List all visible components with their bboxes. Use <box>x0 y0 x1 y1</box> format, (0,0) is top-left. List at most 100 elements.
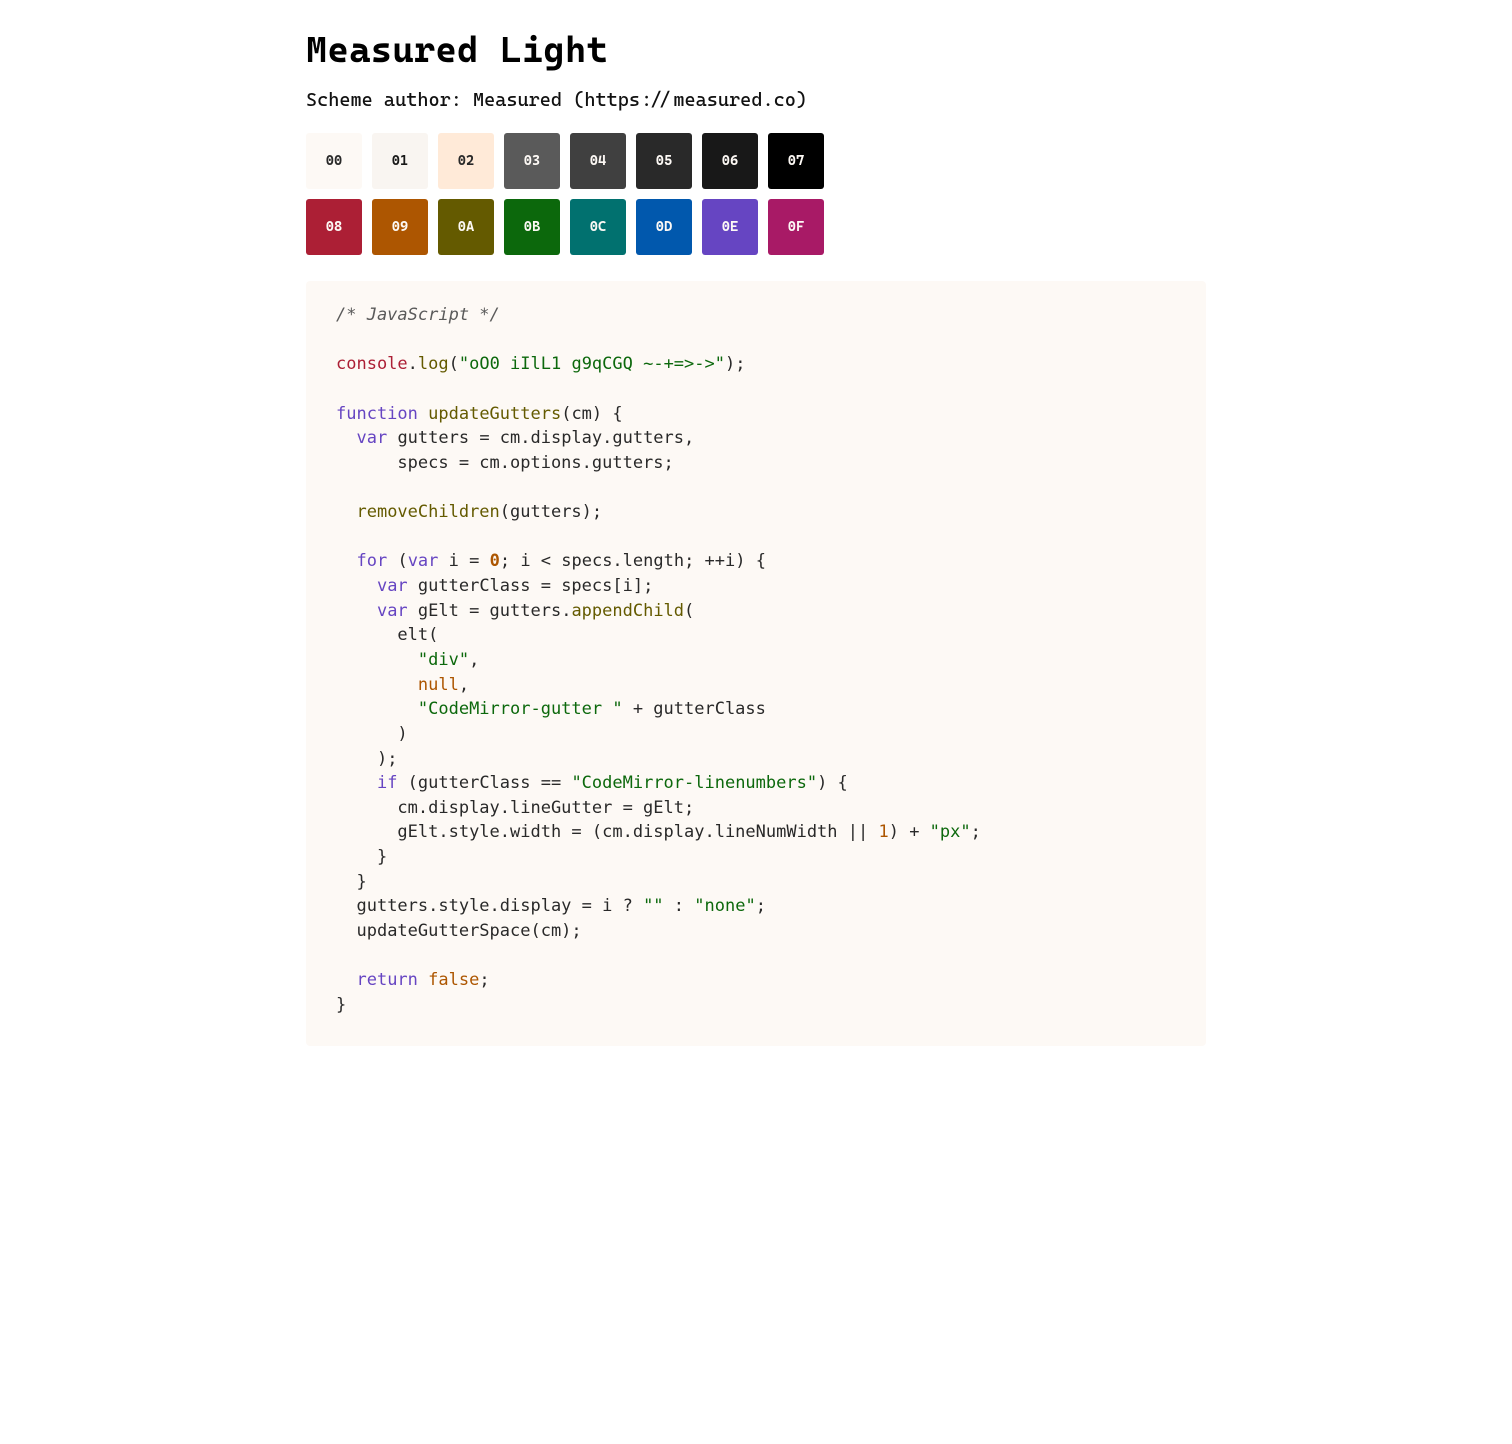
tok-false: false <box>428 970 479 990</box>
tok-paren: ( <box>449 354 459 374</box>
tok-rest: ); <box>377 749 397 769</box>
indent <box>336 896 356 916</box>
indent <box>336 749 377 769</box>
tok-appendChild: appendChild <box>571 601 684 621</box>
tok-updateGutters: updateGutters <box>428 404 561 424</box>
indent <box>336 798 397 818</box>
swatch-base00: 00 <box>306 133 362 189</box>
tok-zero: 0 <box>490 551 500 571</box>
indent <box>336 724 397 744</box>
tok-if: if <box>377 773 397 793</box>
tok-log: log <box>418 354 449 374</box>
tok-var: var <box>408 551 439 571</box>
tok-rest: (cm) { <box>561 404 622 424</box>
indent <box>336 453 397 473</box>
tok-rest: ( <box>684 601 694 621</box>
tok-string: "CodeMirror-gutter " <box>418 699 623 719</box>
tok-console: console <box>336 354 408 374</box>
tok-for: for <box>356 551 387 571</box>
indent <box>336 428 356 448</box>
tok-sp <box>418 404 428 424</box>
indent <box>336 847 377 867</box>
swatch-base0F: 0F <box>768 199 824 255</box>
tok-null: null <box>418 675 459 695</box>
swatch-base0C: 0C <box>570 199 626 255</box>
swatch-base0B: 0B <box>504 199 560 255</box>
tok-rest: (gutterClass == <box>397 773 571 793</box>
tok-rest: gElt = gutters. <box>408 601 572 621</box>
swatch-base02: 02 <box>438 133 494 189</box>
page: Measured Light Scheme author: Measured (… <box>266 0 1246 1123</box>
tok-rest: specs = cm.options.gutters; <box>397 453 673 473</box>
tok-string: "oO0 iIlL1 g9qCGQ ~-+=>->" <box>459 354 725 374</box>
tok-rest: , <box>459 675 469 695</box>
tok-sp <box>418 970 428 990</box>
indent <box>336 921 356 941</box>
indent <box>336 872 356 892</box>
tok-rest: } <box>336 995 346 1015</box>
tok-rest: (gutters); <box>500 502 602 522</box>
swatch-base04: 04 <box>570 133 626 189</box>
indent <box>336 551 356 571</box>
swatch-base01: 01 <box>372 133 428 189</box>
tok-rest: ( <box>387 551 407 571</box>
tok-rest: ; <box>971 822 981 842</box>
tok-rest: ) + <box>889 822 930 842</box>
indent <box>336 773 377 793</box>
swatch-base05: 05 <box>636 133 692 189</box>
swatch-base0D: 0D <box>636 199 692 255</box>
indent <box>336 699 418 719</box>
tok-dot: . <box>408 354 418 374</box>
author-line: Scheme author: Measured (https://measure… <box>306 89 1206 111</box>
tok-rest: ; i < specs.length; ++i) { <box>500 551 766 571</box>
tok-rest: : <box>664 896 695 916</box>
tok-end: ); <box>725 354 745 374</box>
tok-string: "CodeMirror-linenumbers" <box>571 773 817 793</box>
tok-var: var <box>356 428 387 448</box>
tok-rest: ) <box>397 724 407 744</box>
tok-rest: + gutterClass <box>623 699 766 719</box>
indent <box>336 675 418 695</box>
indent <box>336 625 397 645</box>
tok-rest: , <box>469 650 479 670</box>
swatch-base07: 07 <box>768 133 824 189</box>
swatch-base09: 09 <box>372 199 428 255</box>
code-sample: /* JavaScript */ console.log("oO0 iIlL1 … <box>306 281 1206 1046</box>
swatch-base08: 08 <box>306 199 362 255</box>
page-title: Measured Light <box>306 30 1206 71</box>
tok-rest: } <box>377 847 387 867</box>
palette-row-2: 08 09 0A 0B 0C 0D 0E 0F <box>306 199 1206 255</box>
swatch-base0E: 0E <box>702 199 758 255</box>
indent <box>336 822 397 842</box>
tok-rest: gutters.style.display = i ? <box>356 896 643 916</box>
tok-rest: } <box>356 872 366 892</box>
indent <box>336 650 418 670</box>
tok-rest: ; <box>479 970 489 990</box>
tok-string: "none" <box>694 896 755 916</box>
code-comment: /* JavaScript */ <box>336 305 500 325</box>
indent <box>336 576 377 596</box>
tok-removeChildren: removeChildren <box>356 502 499 522</box>
tok-rest: gutterClass = specs[i]; <box>408 576 654 596</box>
tok-function: function <box>336 404 418 424</box>
tok-rest: elt( <box>397 625 438 645</box>
tok-var: var <box>377 576 408 596</box>
tok-rest: i = <box>438 551 489 571</box>
tok-rest: updateGutterSpace(cm); <box>356 921 581 941</box>
tok-rest: ; <box>756 896 766 916</box>
swatch-base03: 03 <box>504 133 560 189</box>
palette-row-1: 00 01 02 03 04 05 06 07 <box>306 133 1206 189</box>
tok-return: return <box>356 970 417 990</box>
tok-rest: gutters = cm.display.gutters, <box>387 428 694 448</box>
tok-rest: ) { <box>817 773 848 793</box>
indent <box>336 502 356 522</box>
indent <box>336 601 377 621</box>
tok-string: "div" <box>418 650 469 670</box>
tok-string: "" <box>643 896 663 916</box>
swatch-base06: 06 <box>702 133 758 189</box>
indent <box>336 970 356 990</box>
tok-rest: cm.display.lineGutter = gElt; <box>397 798 694 818</box>
tok-string: "px" <box>930 822 971 842</box>
tok-rest: gElt.style.width = (cm.display.lineNumWi… <box>397 822 878 842</box>
palette: 00 01 02 03 04 05 06 07 08 09 0A 0B 0C 0… <box>306 133 1206 255</box>
